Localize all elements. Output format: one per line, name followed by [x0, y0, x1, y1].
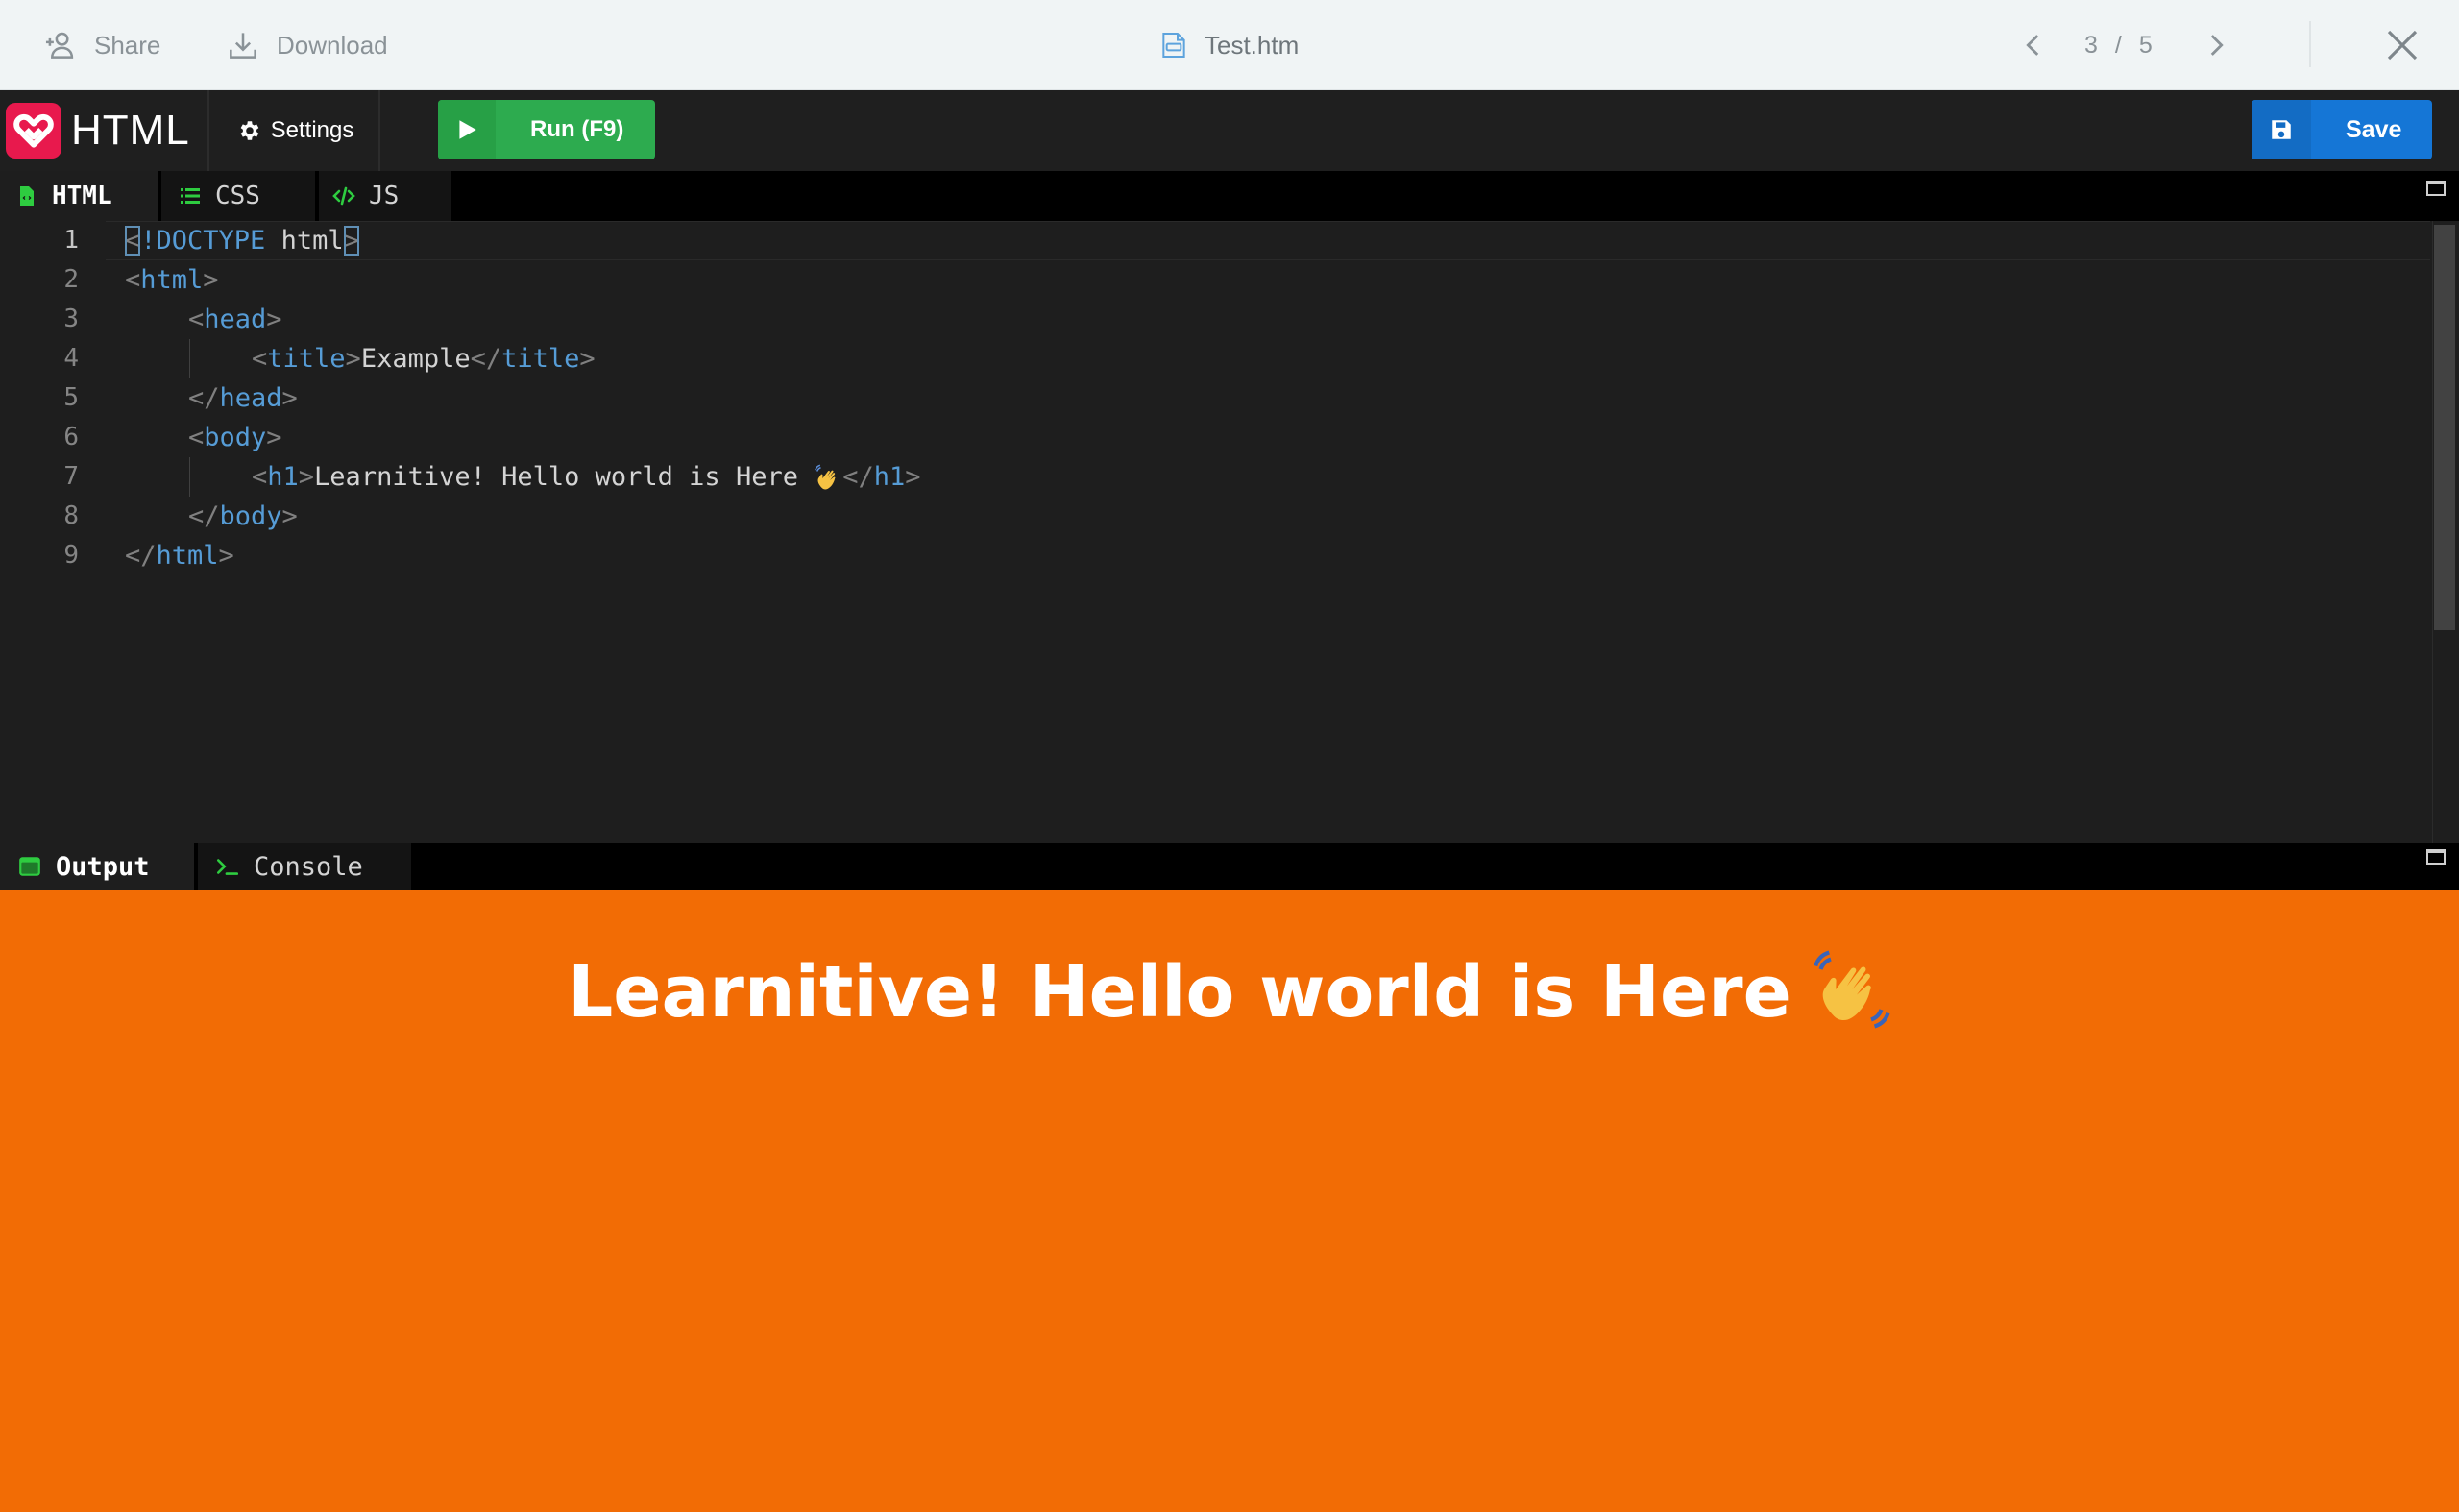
- code-editor[interactable]: 1 2 3 4 5 6 7 8 9 <!DOCTYPE html> <html>…: [0, 221, 2459, 843]
- tab-console-label: Console: [254, 851, 363, 882]
- waving-hand-icon: [1814, 950, 1890, 1029]
- previous-page-button[interactable]: [2017, 0, 2050, 90]
- file-title: Test.htm: [1158, 0, 1299, 90]
- tab-html-label: HTML: [52, 182, 112, 210]
- line-number: 8: [63, 501, 79, 530]
- line-number: 9: [63, 541, 79, 570]
- current-line-highlight: [106, 221, 2430, 260]
- tab-js-label: JS: [369, 182, 400, 210]
- file-name: Test.htm: [1205, 30, 1300, 60]
- page-current: 3: [2084, 31, 2100, 59]
- logo-mark: [6, 103, 61, 159]
- share-label: Share: [94, 30, 161, 60]
- maximize-output-icon[interactable]: [2426, 849, 2446, 865]
- close-icon[interactable]: [2382, 25, 2422, 65]
- heart-logo-icon: [13, 113, 54, 148]
- settings-label: Settings: [270, 117, 354, 143]
- editor-toolbar: HTML Settings Run (F9) Save: [0, 90, 2459, 171]
- line-number: 2: [63, 265, 79, 294]
- line-number: 1: [63, 226, 79, 255]
- download-icon: [230, 33, 256, 59]
- add-user-icon: [45, 32, 74, 59]
- line-number: 3: [63, 305, 79, 333]
- save-button[interactable]: Save: [2252, 100, 2432, 159]
- viewer-bar: Share Download Test.htm 3 / 5: [0, 0, 2459, 90]
- line-number: 4: [63, 344, 79, 373]
- file-code-icon: [20, 186, 34, 206]
- tab-js[interactable]: JS: [319, 171, 451, 221]
- line-number: 7: [63, 462, 79, 491]
- code-line: <title>Example</title>: [252, 344, 596, 374]
- window-icon: [19, 857, 40, 876]
- editor-scrollbar-thumb[interactable]: [2434, 225, 2455, 630]
- code-tab-bar: HTML CSS JS: [0, 171, 2459, 221]
- terminal-icon: [216, 859, 239, 875]
- floppy-disk-icon: [2272, 120, 2291, 139]
- preview-heading-text: Learnitive! Hello world is Here: [568, 951, 1791, 1034]
- run-play-area: [438, 100, 496, 159]
- toolbar-divider: [2309, 21, 2311, 67]
- indent-guide: [189, 457, 190, 497]
- logo-text: HTML: [71, 107, 190, 154]
- code-line: <head>: [188, 305, 282, 334]
- list-icon: [181, 188, 200, 204]
- play-icon: [459, 120, 476, 139]
- tab-output[interactable]: Output: [0, 843, 194, 890]
- line-number: 6: [63, 423, 79, 451]
- tab-html[interactable]: HTML: [0, 171, 158, 221]
- download-label: Download: [277, 30, 388, 60]
- tab-console[interactable]: Console: [198, 843, 411, 890]
- page-indicator: 3 / 5: [2077, 0, 2162, 90]
- code-line: <body>: [188, 423, 282, 452]
- indent-guide: [189, 339, 190, 378]
- settings-button[interactable]: Settings: [211, 90, 380, 171]
- output-tab-bar: Output Console: [0, 843, 2459, 890]
- code-line: </html>: [125, 541, 234, 571]
- maximize-editor-icon[interactable]: [2426, 181, 2446, 196]
- app-logo: HTML: [0, 90, 209, 171]
- tab-css[interactable]: CSS: [161, 171, 315, 221]
- code-line: </head>: [188, 383, 298, 413]
- save-label: Save: [2346, 115, 2402, 143]
- waving-hand-icon: [815, 464, 836, 489]
- next-page-button[interactable]: [2200, 0, 2232, 90]
- run-label: Run (F9): [530, 116, 624, 142]
- run-button[interactable]: Run (F9): [438, 100, 655, 159]
- code-line: <h1>Learnitive! Hello world is Here </h1…: [252, 462, 921, 492]
- code-line: <html>: [125, 265, 219, 295]
- page-total: 5: [2138, 31, 2155, 59]
- chevron-right-icon: [2210, 35, 2224, 56]
- page-separator: /: [2114, 31, 2124, 59]
- code-icon: [332, 186, 355, 206]
- download-button[interactable]: Download: [225, 0, 388, 90]
- tab-output-label: Output: [56, 851, 150, 882]
- tab-css-label: CSS: [215, 182, 260, 210]
- line-gutter: 1 2 3 4 5 6 7 8 9: [0, 221, 106, 843]
- file-icon: [1162, 33, 1185, 58]
- share-button[interactable]: Share: [42, 0, 160, 90]
- code-line: </body>: [188, 501, 298, 531]
- code-line: <!DOCTYPE html>: [125, 226, 359, 256]
- save-icon-area: [2252, 100, 2311, 159]
- output-preview: Learnitive! Hello world is Here: [0, 890, 2459, 1512]
- preview-heading: Learnitive! Hello world is Here: [0, 949, 2459, 1034]
- gear-icon: [240, 121, 258, 140]
- line-number: 5: [63, 383, 79, 412]
- chevron-left-icon: [2026, 35, 2039, 56]
